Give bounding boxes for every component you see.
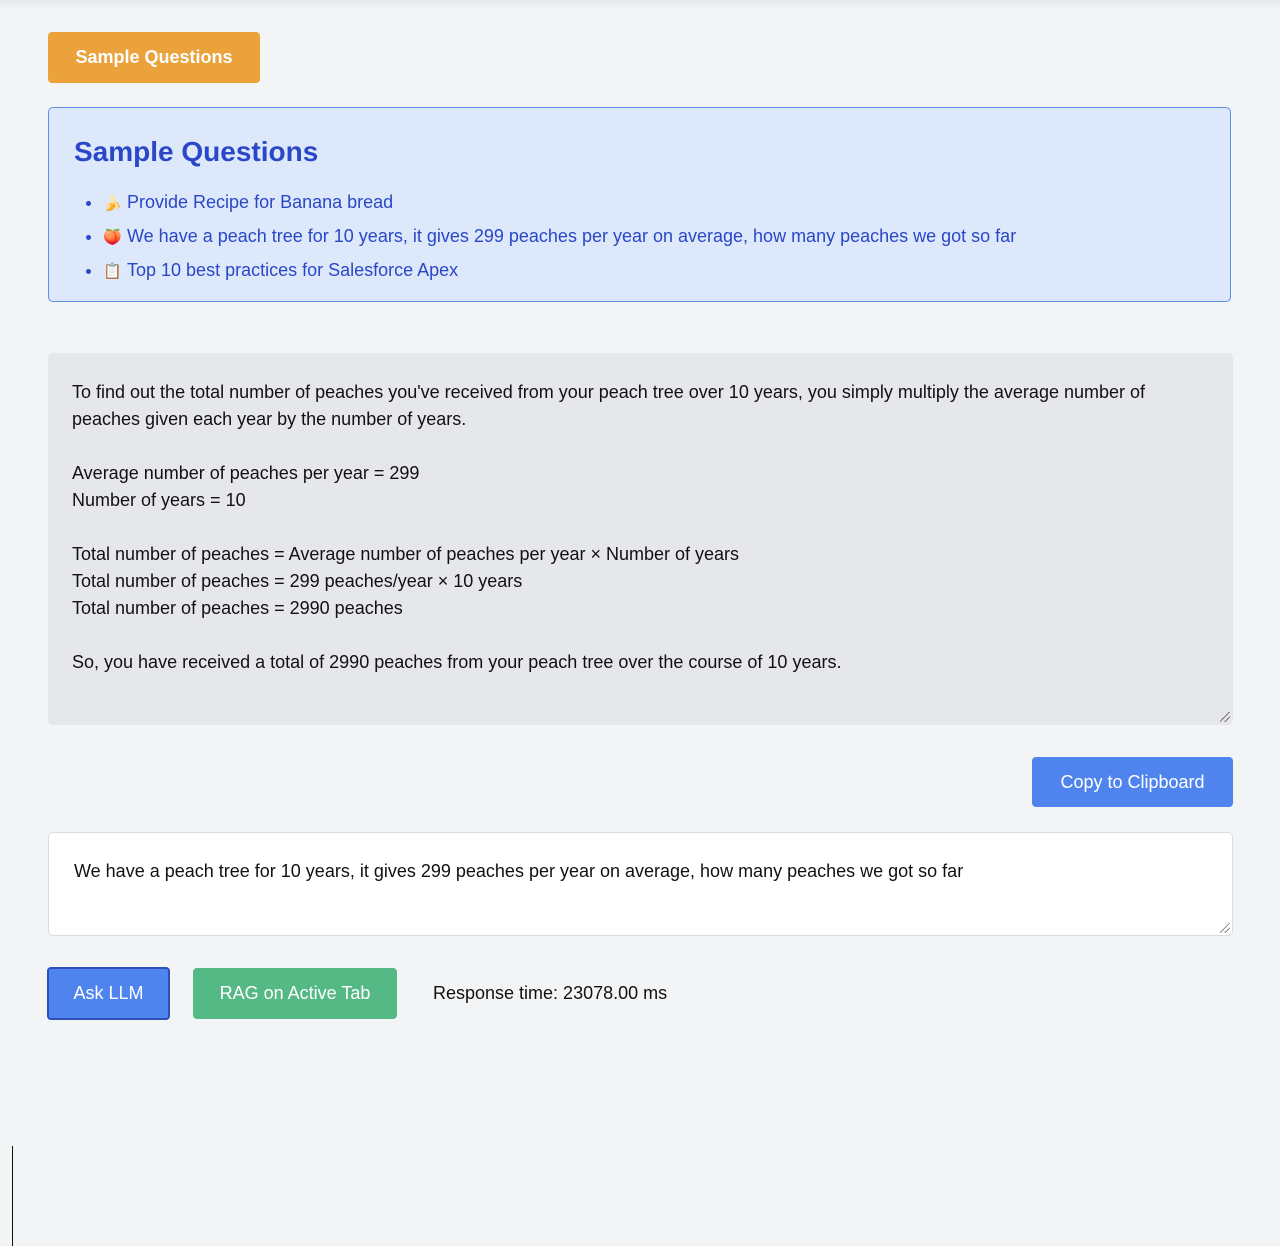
sample-question-text: Top 10 best practices for Salesforce Ape… (127, 260, 459, 280)
top-shadow (0, 0, 1280, 10)
response-time-label: Response time: 23078.00 ms (433, 983, 668, 1003)
sample-question-item-salesforce[interactable]: 📋 Top 10 best practices for Salesforce Ap… (103, 254, 1016, 288)
banana-icon: 🍌 (103, 195, 122, 212)
sample-question-item-banana[interactable]: 🍌 Provide Recipe for Banana bread (103, 186, 1016, 220)
sample-question-text: Provide Recipe for Banana bread (127, 192, 394, 212)
sample-questions-title: Sample Questions (74, 136, 319, 167)
rag-active-tab-button[interactable]: RAG on Active Tab (193, 968, 397, 1019)
sample-question-text: We have a peach tree for 10 years, it gi… (127, 226, 1017, 246)
sample-questions-button[interactable]: Sample Questions (48, 32, 260, 83)
peach-icon: 🍑 (103, 229, 122, 246)
answer-textarea[interactable]: To find out the total number of peaches … (48, 353, 1233, 725)
copy-to-clipboard-button[interactable]: Copy to Clipboard (1032, 757, 1233, 807)
question-input[interactable]: We have a peach tree for 10 years, it gi… (48, 832, 1233, 936)
sample-questions-panel: Sample Questions 🍌 Provide Recipe for Ban… (48, 107, 1231, 302)
page: Sample Questions Sample Questions 🍌 Provi… (0, 0, 1280, 1246)
clipboard-icon: 📋 (103, 263, 122, 280)
sample-questions-list: 🍌 Provide Recipe for Banana bread 🍑 We hav… (87, 186, 1016, 288)
sample-question-item-peach[interactable]: 🍑 We have a peach tree for 10 years, it g… (103, 220, 1016, 254)
text-caret (12, 1146, 13, 1246)
ask-llm-button[interactable]: Ask LLM (47, 967, 170, 1020)
